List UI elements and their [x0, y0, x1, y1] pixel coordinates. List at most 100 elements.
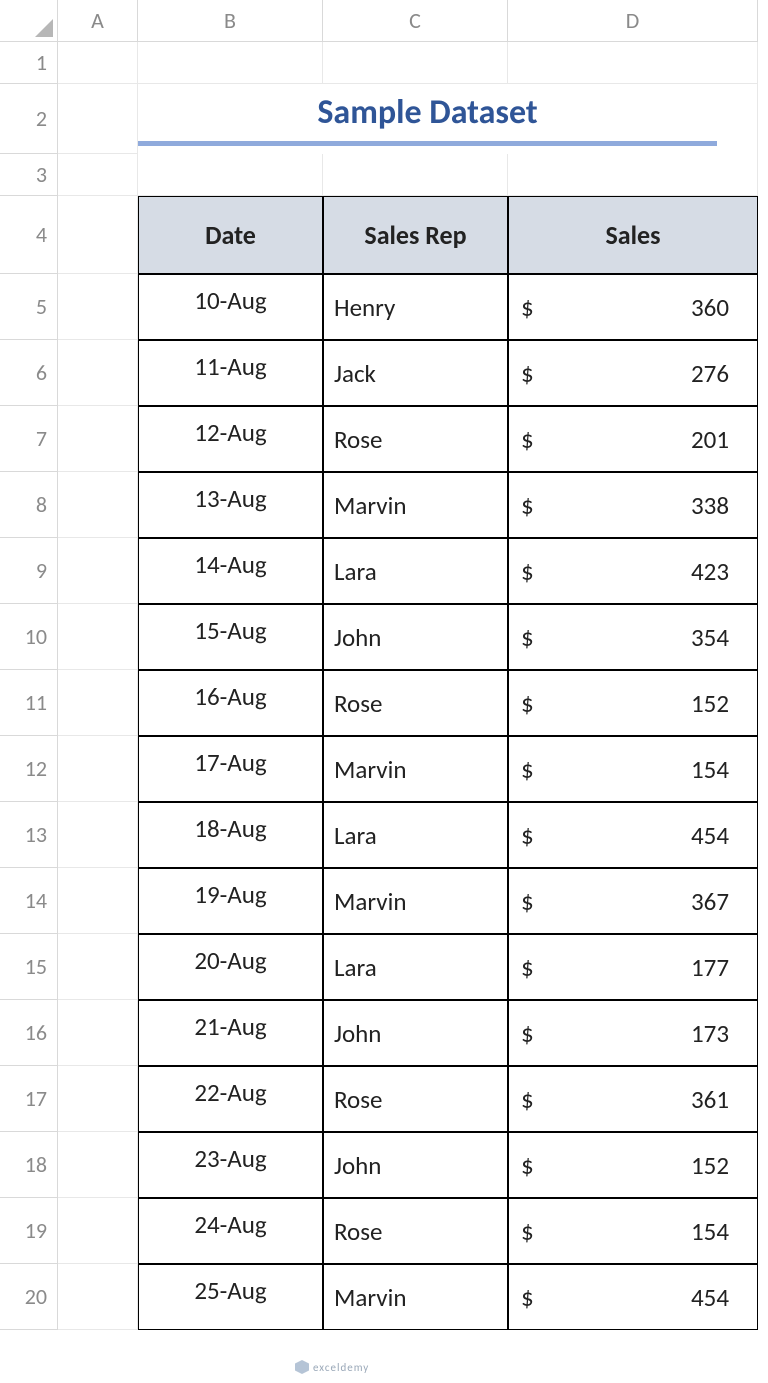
row-header-15[interactable]: 15: [0, 934, 58, 1000]
table-cell-rep[interactable]: Rose: [323, 406, 508, 472]
row-header-6[interactable]: 6: [0, 340, 58, 406]
cell-blank[interactable]: [508, 154, 758, 196]
table-cell-sales[interactable]: $152: [508, 1132, 758, 1198]
table-cell-date[interactable]: 11-Aug: [138, 340, 323, 406]
cell-blank[interactable]: [58, 84, 138, 154]
table-cell-date[interactable]: 13-Aug: [138, 472, 323, 538]
row-header-5[interactable]: 5: [0, 274, 58, 340]
table-cell-sales[interactable]: $367: [508, 868, 758, 934]
table-cell-sales[interactable]: $276: [508, 340, 758, 406]
table-header-rep[interactable]: Sales Rep: [323, 196, 508, 274]
cell-blank[interactable]: [58, 472, 138, 538]
cell-blank[interactable]: [138, 42, 323, 84]
row-header-19[interactable]: 19: [0, 1198, 58, 1264]
table-cell-date[interactable]: 12-Aug: [138, 406, 323, 472]
table-cell-sales[interactable]: $338: [508, 472, 758, 538]
table-cell-date[interactable]: 25-Aug: [138, 1264, 323, 1330]
table-header-date[interactable]: Date: [138, 196, 323, 274]
table-cell-sales[interactable]: $454: [508, 802, 758, 868]
table-cell-date[interactable]: 16-Aug: [138, 670, 323, 736]
table-cell-rep[interactable]: Marvin: [323, 1264, 508, 1330]
cell-blank[interactable]: [58, 670, 138, 736]
title-cell[interactable]: Sample Dataset: [138, 84, 758, 154]
cell-blank[interactable]: [508, 42, 758, 84]
cell-blank[interactable]: [58, 1132, 138, 1198]
cell-blank[interactable]: [58, 538, 138, 604]
row-header-12[interactable]: 12: [0, 736, 58, 802]
table-cell-sales[interactable]: $360: [508, 274, 758, 340]
table-cell-sales[interactable]: $152: [508, 670, 758, 736]
cell-blank[interactable]: [323, 154, 508, 196]
cell-blank[interactable]: [323, 42, 508, 84]
row-header-17[interactable]: 17: [0, 1066, 58, 1132]
table-cell-sales[interactable]: $423: [508, 538, 758, 604]
table-cell-sales[interactable]: $173: [508, 1000, 758, 1066]
cell-blank[interactable]: [58, 868, 138, 934]
table-cell-rep[interactable]: John: [323, 1132, 508, 1198]
row-header-13[interactable]: 13: [0, 802, 58, 868]
cell-blank[interactable]: [58, 604, 138, 670]
row-header-10[interactable]: 10: [0, 604, 58, 670]
row-header-20[interactable]: 20: [0, 1264, 58, 1330]
table-cell-rep[interactable]: Jack: [323, 340, 508, 406]
row-header-8[interactable]: 8: [0, 472, 58, 538]
row-header-18[interactable]: 18: [0, 1132, 58, 1198]
cell-blank[interactable]: [58, 154, 138, 196]
table-cell-date[interactable]: 10-Aug: [138, 274, 323, 340]
row-header-4[interactable]: 4: [0, 196, 58, 274]
column-header-A[interactable]: A: [58, 0, 138, 42]
table-cell-rep[interactable]: Lara: [323, 538, 508, 604]
table-cell-sales[interactable]: $361: [508, 1066, 758, 1132]
table-cell-sales[interactable]: $154: [508, 736, 758, 802]
table-cell-date[interactable]: 19-Aug: [138, 868, 323, 934]
table-cell-date[interactable]: 15-Aug: [138, 604, 323, 670]
table-cell-rep[interactable]: Rose: [323, 1066, 508, 1132]
row-header-16[interactable]: 16: [0, 1000, 58, 1066]
cell-blank[interactable]: [58, 1066, 138, 1132]
table-header-sales[interactable]: Sales: [508, 196, 758, 274]
column-header-D[interactable]: D: [508, 0, 758, 42]
table-cell-date[interactable]: 23-Aug: [138, 1132, 323, 1198]
cell-blank[interactable]: [58, 406, 138, 472]
cell-blank[interactable]: [58, 340, 138, 406]
row-header-2[interactable]: 2: [0, 84, 58, 154]
row-header-1[interactable]: 1: [0, 42, 58, 84]
table-cell-rep[interactable]: John: [323, 1000, 508, 1066]
cell-blank[interactable]: [58, 1000, 138, 1066]
table-cell-sales[interactable]: $454: [508, 1264, 758, 1330]
row-header-14[interactable]: 14: [0, 868, 58, 934]
table-cell-rep[interactable]: Henry: [323, 274, 508, 340]
table-cell-date[interactable]: 14-Aug: [138, 538, 323, 604]
table-cell-sales[interactable]: $154: [508, 1198, 758, 1264]
row-header-11[interactable]: 11: [0, 670, 58, 736]
table-cell-rep[interactable]: Rose: [323, 670, 508, 736]
table-cell-date[interactable]: 21-Aug: [138, 1000, 323, 1066]
table-cell-date[interactable]: 20-Aug: [138, 934, 323, 1000]
table-cell-rep[interactable]: John: [323, 604, 508, 670]
table-cell-rep[interactable]: Rose: [323, 1198, 508, 1264]
table-cell-rep[interactable]: Lara: [323, 934, 508, 1000]
row-header-3[interactable]: 3: [0, 154, 58, 196]
cell-blank[interactable]: [58, 934, 138, 1000]
table-cell-date[interactable]: 24-Aug: [138, 1198, 323, 1264]
table-cell-rep[interactable]: Marvin: [323, 868, 508, 934]
cell-blank[interactable]: [58, 1198, 138, 1264]
table-cell-date[interactable]: 18-Aug: [138, 802, 323, 868]
cell-blank[interactable]: [58, 736, 138, 802]
table-cell-sales[interactable]: $177: [508, 934, 758, 1000]
cell-blank[interactable]: [58, 802, 138, 868]
column-header-C[interactable]: C: [323, 0, 508, 42]
row-header-9[interactable]: 9: [0, 538, 58, 604]
cell-blank[interactable]: [58, 42, 138, 84]
table-cell-date[interactable]: 17-Aug: [138, 736, 323, 802]
row-header-7[interactable]: 7: [0, 406, 58, 472]
table-cell-sales[interactable]: $201: [508, 406, 758, 472]
select-all-corner[interactable]: [0, 0, 58, 42]
cell-blank[interactable]: [138, 154, 323, 196]
cell-blank[interactable]: [58, 196, 138, 274]
table-cell-rep[interactable]: Lara: [323, 802, 508, 868]
cell-blank[interactable]: [58, 1264, 138, 1330]
table-cell-date[interactable]: 22-Aug: [138, 1066, 323, 1132]
table-cell-rep[interactable]: Marvin: [323, 472, 508, 538]
table-cell-sales[interactable]: $354: [508, 604, 758, 670]
